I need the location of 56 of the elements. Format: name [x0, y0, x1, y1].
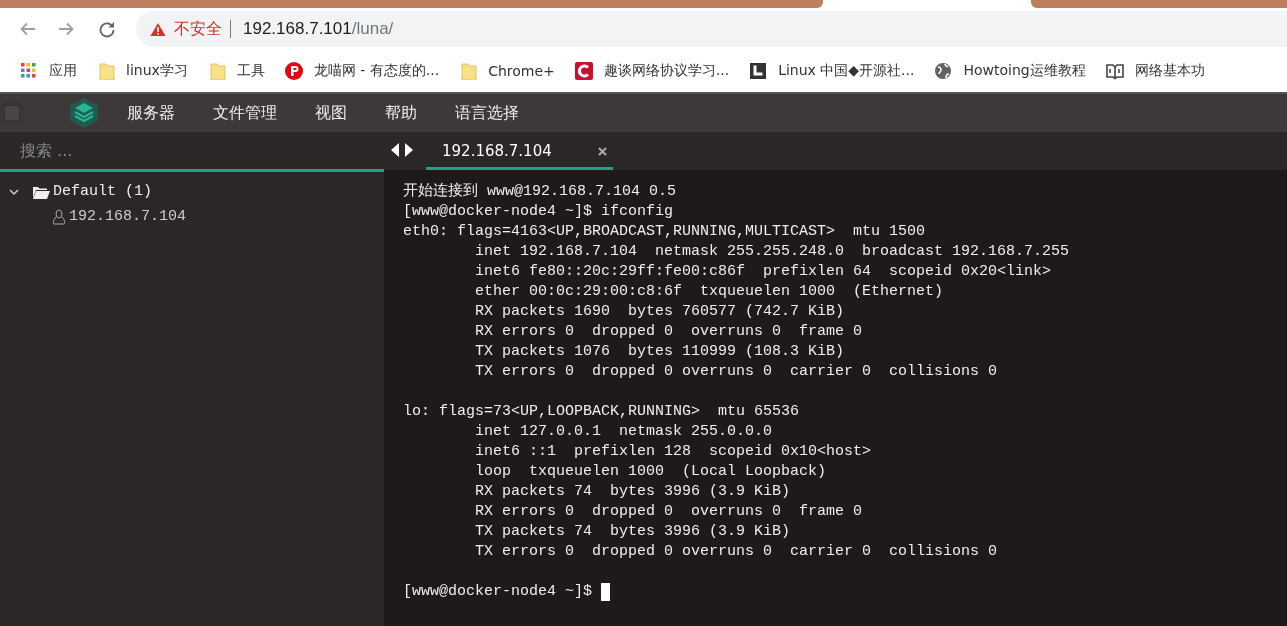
tree-item[interactable]: Default (1) [9, 179, 153, 204]
p-letter-icon [284, 62, 303, 80]
terminal-line: inet6 fe80::20c:29ff:fe00:c86f prefixlen 64 scopeid 0x20<link> [474, 262, 1052, 282]
security-label: 不安全 [174, 18, 222, 40]
square-logo-icon [749, 62, 768, 80]
layers-logo-icon [69, 97, 99, 129]
bookmark-item[interactable]: Linux 中国◆开源社... [749, 62, 915, 80]
terminal-line: RX packets 1690 bytes 760577 (742.7 KiB) [474, 302, 845, 322]
folder-icon [459, 62, 478, 80]
folder-icon [207, 62, 226, 80]
menu-item[interactable]: 服务器 [127, 102, 175, 124]
chevron-down-icon[interactable] [9, 186, 19, 197]
menu-item[interactable]: 文件管理 [213, 102, 277, 124]
menu-item[interactable]: 帮助 [385, 102, 417, 124]
terminal-line: 开始连接到 www@192.168.7.104 0.5 [403, 182, 677, 202]
bookmark-item[interactable]: Chrome+ [459, 62, 555, 80]
warning-icon [150, 21, 166, 37]
terminal-line: lo: flags=73<UP,LOOPBACK,RUNNING> mtu 65536 [403, 402, 800, 422]
terminal-tab[interactable]: 192.168.7.104 [426, 135, 613, 170]
bookmark-item[interactable]: Howtoing运维教程 [934, 62, 1086, 80]
left-right-arrows-icon[interactable] [390, 142, 414, 158]
shell-prompt: [www@docker-node4 ~]$ [403, 582, 593, 602]
folder-icon [97, 62, 115, 80]
bookmark-item[interactable]: 应用 [20, 62, 77, 80]
terminal-line: [www@docker-node4 ~]$ ifconfig [403, 202, 674, 222]
c-letter-icon [574, 62, 593, 80]
terminal-line: eth0: flags=4163<UP,BROADCAST,RUNNING,MULTICAST> mtu 1500 [403, 222, 926, 242]
bookmark-item[interactable]: 网络基本功 [1105, 62, 1205, 80]
bookmark-item[interactable]: 龙喵网 - 有态度的... [284, 62, 440, 80]
terminal-line: inet 127.0.0.1 netmask 255.0.0.0 [474, 422, 773, 442]
terminal-line: TX packets 1076 bytes 110999 (108.3 KiB) [474, 342, 845, 362]
terminal-line: ether 00:0c:29:00:c8:6f txqueuelen 1000 (Ethernet) [474, 282, 944, 302]
url-text: 192.168.7.101/luna/ [243, 19, 394, 39]
terminal-line: TX errors 0 dropped 0 overruns 0 carrier 0 collisions 0 [474, 542, 998, 562]
bookmark-item[interactable]: 工具 [207, 62, 265, 80]
terminal-line: inet 192.168.7.104 netmask 255.255.248.0 broadcast 192.168.7.255 [474, 242, 1070, 262]
terminal-line: loop txqueuelen 1000 (Local Loopback) [474, 462, 827, 482]
close-icon[interactable] [598, 146, 607, 156]
terminal-line: RX packets 74 bytes 3996 (3.9 KiB) [474, 482, 791, 502]
terminal-line: inet6 ::1 prefixlen 128 scopeid 0x10<host> [474, 442, 872, 462]
apps-grid-icon [20, 62, 38, 80]
open-book-icon [1105, 62, 1124, 80]
menu-item[interactable]: 视图 [315, 102, 347, 124]
tree-item[interactable]: 192.168.7.104 [52, 204, 187, 229]
terminal-line: RX errors 0 dropped 0 overruns 0 frame 0 [474, 502, 863, 522]
open-folder-icon [32, 184, 50, 199]
bookmark-item[interactable]: 趣谈网络协议学习... [574, 62, 730, 80]
bookmark-item[interactable]: linux学习 [97, 62, 188, 80]
terminal-line: TX packets 74 bytes 3996 (3.9 KiB) [474, 522, 791, 542]
globe-icon [934, 62, 953, 80]
terminal-line: TX errors 0 dropped 0 overruns 0 carrier 0 collisions 0 [474, 362, 998, 382]
address-bar[interactable]: 不安全 192.168.7.101/luna/ [136, 11, 1287, 47]
search-field[interactable]: 搜索 ... [0, 132, 384, 172]
menu-item[interactable]: 语言选择 [455, 102, 519, 124]
reload-icon[interactable] [98, 20, 116, 38]
terminal-line: RX errors 0 dropped 0 overruns 0 frame 0 [474, 322, 863, 342]
